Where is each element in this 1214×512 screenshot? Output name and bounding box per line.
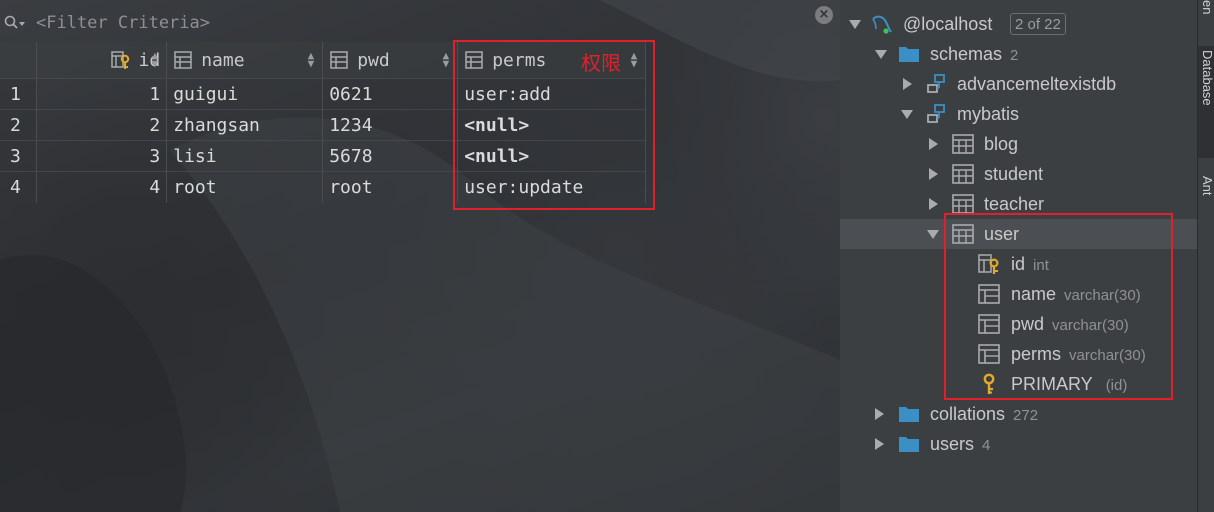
tree-label: teacher <box>984 193 1045 214</box>
tree-label: blog <box>984 133 1019 154</box>
cell-name[interactable]: guigui <box>166 78 324 110</box>
tree-label-group: collations 272 <box>930 404 1038 425</box>
chevron-down-icon[interactable] <box>926 227 940 241</box>
tree-label: advancemeltexistdb <box>957 73 1117 94</box>
sort-icon[interactable]: ▲ ▼ <box>152 50 159 69</box>
row-number-header <box>0 42 37 79</box>
chevron-right-icon[interactable] <box>900 77 914 91</box>
tree-item-users[interactable]: users 4 <box>840 429 1197 459</box>
column-header-pwd[interactable]: pwd ▲ ▼ <box>322 42 459 79</box>
chevron-down-icon[interactable] <box>900 107 914 121</box>
tree-item-schemas[interactable]: schemas 2 <box>840 39 1197 69</box>
tree-label-group: users 4 <box>930 434 990 455</box>
schema-count: 2 <box>1010 46 1019 64</box>
tool-tab-label: Ant <box>1200 176 1214 196</box>
tree-label: @localhost <box>903 13 993 34</box>
cell-pwd[interactable]: root <box>322 171 459 203</box>
cell-pwd[interactable]: 0621 <box>322 78 459 110</box>
cell-id[interactable]: 2 <box>36 109 168 141</box>
schema-icon <box>926 73 948 95</box>
cell-pwd[interactable]: 5678 <box>322 140 459 172</box>
search-filter-icon[interactable] <box>4 12 30 34</box>
cell-id[interactable]: 1 <box>36 78 168 110</box>
collation-count: 272 <box>1013 406 1039 424</box>
tool-window-strip: en Database Ant <box>1197 0 1214 512</box>
tree-item-schema-mybatis[interactable]: mybatis <box>840 99 1197 129</box>
chevron-down-icon[interactable] <box>874 47 888 61</box>
row-number: 2 <box>0 109 37 141</box>
folder-icon <box>898 433 920 455</box>
cell-id[interactable]: 4 <box>36 171 168 203</box>
tree-item-table-student[interactable]: student <box>840 159 1197 189</box>
tree-item-collations[interactable]: collations 272 <box>840 399 1197 429</box>
cell-name[interactable]: lisi <box>166 140 324 172</box>
folder-icon <box>898 43 920 65</box>
table-icon <box>952 193 974 215</box>
tree-item-localhost[interactable]: @localhost 2 of 22 <box>840 9 1197 39</box>
chevron-right-icon[interactable] <box>872 437 886 451</box>
cell-id[interactable]: 3 <box>36 140 168 172</box>
datasource-count-badge: 2 of 22 <box>1010 13 1066 35</box>
cell-name[interactable]: root <box>166 171 324 203</box>
user-table-highlight-box <box>944 213 1173 400</box>
user-count: 4 <box>982 436 991 454</box>
chevron-right-icon[interactable] <box>926 167 940 181</box>
tree-item-table-blog[interactable]: blog <box>840 129 1197 159</box>
chevron-down-icon[interactable] <box>848 17 862 31</box>
row-number: 4 <box>0 171 37 203</box>
table-icon <box>952 133 974 155</box>
tree-label: student <box>984 163 1044 184</box>
tool-tab-truncated[interactable]: en <box>1198 0 1214 14</box>
filter-criteria-input[interactable] <box>36 10 796 36</box>
filter-bar <box>0 8 840 38</box>
cell-pwd[interactable]: 1234 <box>322 109 459 141</box>
tool-tab-database[interactable]: Database <box>1198 46 1214 158</box>
column-header-id[interactable]: id ▲ ▼ <box>36 42 168 79</box>
primary-key-column-icon <box>110 50 131 70</box>
row-number: 1 <box>0 78 37 110</box>
sort-icon[interactable]: ▲ ▼ <box>308 50 315 69</box>
column-icon <box>329 50 349 70</box>
chevron-right-icon[interactable] <box>872 407 886 421</box>
tree-label: collations <box>930 403 1006 424</box>
tree-label: schemas <box>930 43 1003 64</box>
column-header-label: name <box>201 49 245 71</box>
cell-name[interactable]: zhangsan <box>166 109 324 141</box>
chevron-right-icon[interactable] <box>926 197 940 211</box>
perms-annotation: 权限 <box>581 51 621 75</box>
result-grid-panel: × <box>0 0 840 512</box>
row-number: 3 <box>0 140 37 172</box>
folder-icon <box>898 403 920 425</box>
mysql-datasource-icon <box>870 13 892 35</box>
tree-item-schema-advancemeltexistdb[interactable]: advancemeltexistdb <box>840 69 1197 99</box>
tree-label: mybatis <box>957 103 1020 124</box>
clear-filter-icon[interactable]: × <box>815 6 833 24</box>
tool-tab-label: Database <box>1200 50 1214 106</box>
tool-tab-ant[interactable]: Ant <box>1198 172 1214 232</box>
tree-label: users <box>930 433 975 454</box>
column-icon <box>173 50 193 70</box>
database-tree-panel: @localhost 2 of 22 schemas 2 advancemelte… <box>840 0 1197 512</box>
perms-highlight-box <box>453 40 655 210</box>
column-header-name[interactable]: name ▲ ▼ <box>166 42 324 79</box>
tree-label-group: schemas 2 <box>930 44 1018 65</box>
schema-icon <box>926 103 948 125</box>
table-icon <box>952 163 974 185</box>
chevron-right-icon[interactable] <box>926 137 940 151</box>
sort-icon[interactable]: ▲ ▼ <box>443 50 450 69</box>
column-header-label: pwd <box>357 49 390 71</box>
